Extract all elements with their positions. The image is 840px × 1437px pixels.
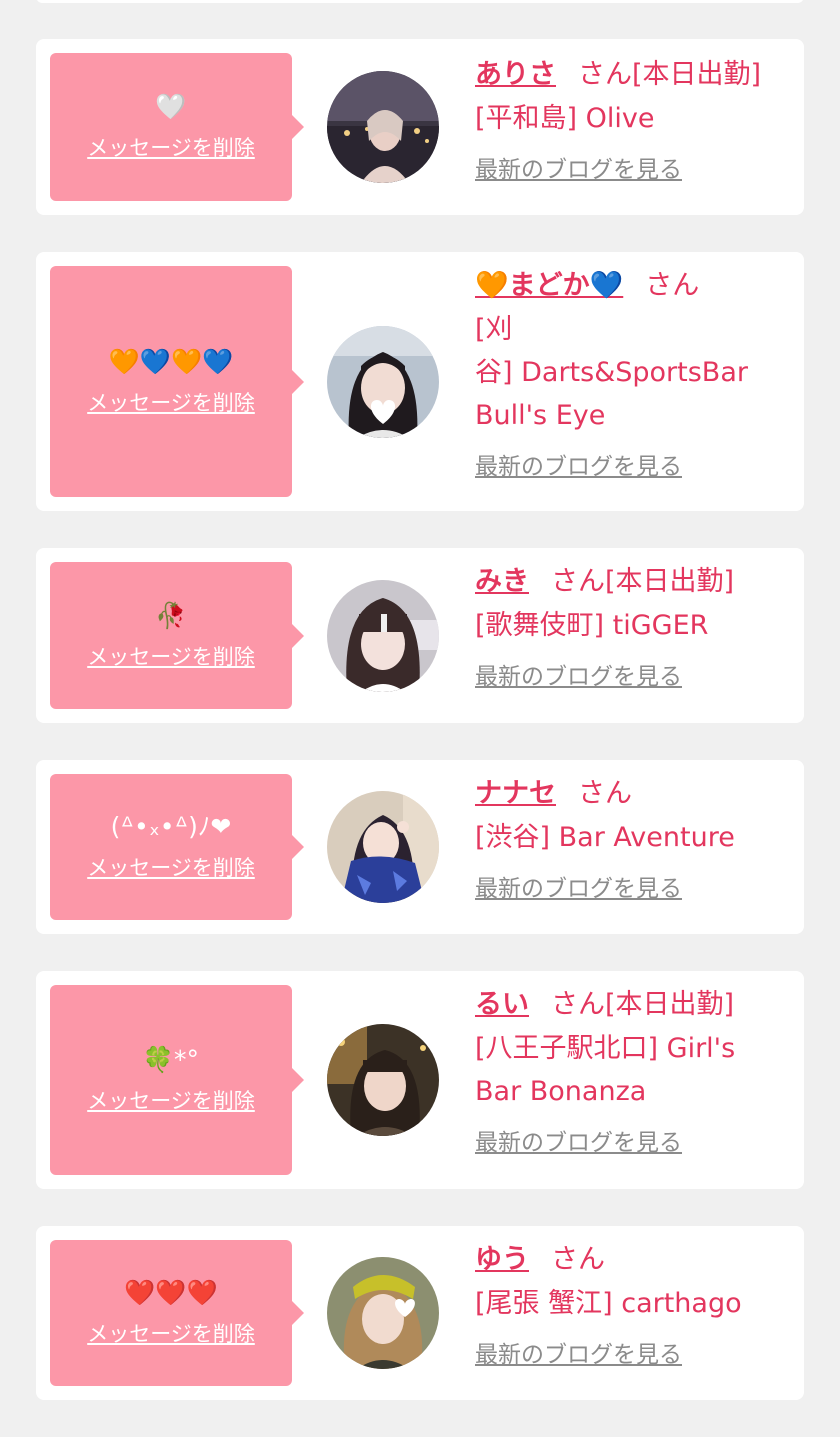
sender-info: るい さん[本日出勤] [八王子駅北口] Girl's Bar Bonanza 最… [475,983,786,1157]
sender-name-link[interactable]: るい [475,989,529,1020]
shop-name: [尾張 蟹江] carthago [475,1288,742,1319]
sender-suffix: さん[本日出勤] [551,989,735,1020]
latest-blog-link[interactable]: 最新のブログを見る [475,1123,682,1157]
shop-name: [渋谷] Bar Aventure [475,822,735,853]
message-list-page: 🤍 メッセージを削除 ありさ さん[本日出勤] [平和島] Olive 最新のブロ… [0,0,840,1437]
shop-name: [刈 谷] Darts&SportsBar Bull's Eye [475,308,786,437]
message-bubble: 🥀 メッセージを削除 [50,562,304,709]
latest-blog-link[interactable]: 最新のブログを見る [475,150,682,184]
sender-info: 🧡まどか💙 さん [刈 谷] Darts&SportsBar Bull's Eye… [475,264,786,481]
sender-suffix: さん [551,1244,605,1275]
shop-name-line: 谷] Darts&SportsBar [475,357,748,388]
message-text: 🍀*° [142,1045,200,1074]
message-card: 🧡💙🧡💙 メッセージを削除 🧡まどか💙 さん [刈 谷] Darts&Sports… [36,252,804,511]
shop-name-line: Bull's Eye [475,400,606,431]
latest-blog-link[interactable]: 最新のブログを見る [475,1335,682,1369]
avatar[interactable] [327,579,439,692]
message-bubble: (ᐞ•ₓ•ᐞ)ﾉ❤ メッセージを削除 [50,774,304,920]
delete-message-link[interactable]: メッセージを削除 [87,132,255,162]
message-text: 🧡💙🧡💙 [108,346,234,376]
delete-message-link[interactable]: メッセージを削除 [87,1318,255,1348]
sender-info: みき さん[本日出勤] [歌舞伎町] tiGGER 最新のブログを見る [475,560,786,691]
message-bubble: 🍀*° メッセージを削除 [50,985,304,1175]
sender-suffix: さん[本日出勤] [551,566,735,597]
delete-message-link[interactable]: メッセージを削除 [87,641,255,671]
message-card: ❤️❤️❤️ メッセージを削除 ゆう さん [尾張 蟹江] carthago 最新… [36,1226,804,1400]
message-text: 🤍 [155,92,187,121]
sender-info: ありさ さん[本日出勤] [平和島] Olive 最新のブログを見る [475,53,786,184]
message-text: 🥀 [155,600,187,630]
sender-info: ナナセ さん [渋谷] Bar Aventure 最新のブログを見る [475,772,786,903]
latest-blog-link[interactable]: 最新のブログを見る [475,657,682,691]
message-bubble: ❤️❤️❤️ メッセージを削除 [50,1240,304,1386]
delete-message-link[interactable]: メッセージを削除 [87,852,255,882]
message-card: 🥀 メッセージを削除 みき さん[本日出勤] [歌舞伎町] tiGGER 最新のブ… [36,548,804,723]
message-card: 🤍 メッセージを削除 ありさ さん[本日出勤] [平和島] Olive 最新のブロ… [36,39,804,215]
message-text: (ᐞ•ₓ•ᐞ)ﾉ❤ [110,812,232,841]
sender-suffix: さん [645,270,700,301]
sender-suffix: さん[本日出勤] [578,59,762,90]
sender-info: ゆう さん [尾張 蟹江] carthago 最新のブログを見る [475,1238,786,1369]
delete-message-link[interactable]: メッセージを削除 [87,1085,255,1115]
avatar[interactable] [327,791,439,903]
shop-name: [八王子駅北口] Girl's Bar Bonanza [475,1027,786,1113]
sender-name-link[interactable]: 🧡まどか💙 [475,270,623,301]
avatar[interactable] [327,71,439,183]
message-card: (ᐞ•ₓ•ᐞ)ﾉ❤ メッセージを削除 ナナセ さん [渋谷] Bar Aventu… [36,760,804,934]
shop-name: [歌舞伎町] tiGGER [475,610,709,641]
delete-message-link[interactable]: メッセージを削除 [87,387,255,417]
sender-name-link[interactable]: ナナセ [475,778,556,809]
message-bubble: 🤍 メッセージを削除 [50,53,304,201]
message-card: 🍀*° メッセージを削除 るい さん[本日出勤] [八王子駅北口] Girl's … [36,971,804,1189]
message-bubble: 🧡💙🧡💙 メッセージを削除 [50,266,304,497]
shop-name-line: [刈 [475,314,513,345]
shop-name-line: [八王子駅北口] Girl's [475,1033,736,1064]
previous-card-edge [36,0,804,3]
shop-name-line: Bar Bonanza [475,1076,647,1107]
message-text: ❤️❤️❤️ [124,1278,218,1307]
latest-blog-link[interactable]: 最新のブログを見る [475,447,682,481]
sender-name-link[interactable]: みき [475,566,529,597]
shop-name: [平和島] Olive [475,103,655,134]
avatar[interactable] [327,325,439,438]
sender-suffix: さん [578,778,632,809]
avatar[interactable] [327,1257,439,1369]
avatar[interactable] [327,1024,439,1136]
sender-name-link[interactable]: ありさ [475,59,556,90]
latest-blog-link[interactable]: 最新のブログを見る [475,869,682,903]
sender-name-link[interactable]: ゆう [475,1244,529,1275]
